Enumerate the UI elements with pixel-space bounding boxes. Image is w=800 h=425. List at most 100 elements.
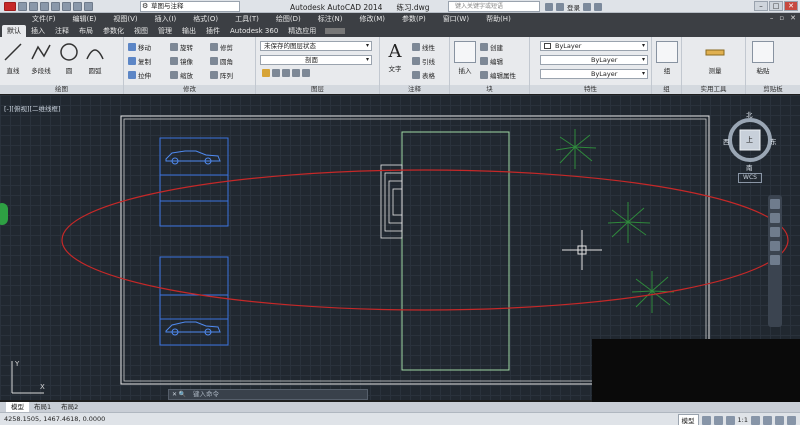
print-icon[interactable]: [62, 2, 71, 11]
viewcube-west[interactable]: 西: [723, 136, 730, 146]
viewcube[interactable]: 北 南 东 西 上: [723, 111, 777, 172]
block-panel-title[interactable]: 块: [450, 85, 529, 94]
lineweight-dropdown[interactable]: ByLayer: [540, 55, 648, 65]
clipboard-panel-title[interactable]: 剪贴板: [746, 85, 800, 94]
lock-icon[interactable]: [763, 415, 772, 425]
stretch-tool[interactable]: 拉伸: [128, 70, 151, 80]
viewcube-south[interactable]: 南: [746, 162, 753, 172]
user-icon[interactable]: [556, 3, 564, 11]
create-block-tool[interactable]: 创建: [480, 42, 503, 52]
doc-minimize-button[interactable]: –: [770, 14, 774, 22]
exchange-icon[interactable]: [583, 3, 591, 11]
tab-output[interactable]: 输出: [177, 25, 201, 37]
open-file-icon[interactable]: [29, 2, 38, 11]
search-input[interactable]: 键入关键字或短语: [448, 1, 540, 12]
groups-panel-title[interactable]: 组: [652, 85, 681, 94]
layer-properties-icon[interactable]: [262, 69, 270, 77]
menu-view[interactable]: 视图(V): [109, 13, 141, 25]
menu-tools[interactable]: 工具(T): [231, 13, 263, 25]
circle-tool[interactable]: 圆: [58, 41, 80, 75]
pan-icon[interactable]: [770, 213, 780, 223]
annotation-panel-title[interactable]: 注释: [380, 85, 449, 94]
layer-dropdown[interactable]: 剖面: [260, 55, 372, 65]
menu-insert[interactable]: 插入(I): [151, 13, 181, 25]
linetype-dropdown[interactable]: ByLayer: [540, 69, 648, 79]
viewcube-top-face[interactable]: 上: [746, 135, 753, 145]
workspace-switch-icon[interactable]: [751, 415, 760, 425]
tab-parametric[interactable]: 参数化: [98, 25, 129, 37]
mirror-tool[interactable]: 镜像: [170, 56, 193, 66]
app-menu-icon[interactable]: [4, 2, 16, 11]
color-dropdown[interactable]: ByLayer: [540, 41, 648, 51]
orbit-icon[interactable]: [770, 241, 780, 251]
fillet-tool[interactable]: 圆角: [210, 56, 233, 66]
annotation-scale[interactable]: 1:1: [738, 416, 748, 424]
move-tool[interactable]: 移动: [128, 42, 151, 52]
quick-view-layouts-icon[interactable]: [701, 415, 711, 425]
new-file-icon[interactable]: [18, 2, 27, 11]
group-tool[interactable]: 组: [656, 41, 678, 75]
copy-tool[interactable]: 复制: [128, 56, 151, 66]
layer-freeze-icon[interactable]: [292, 69, 300, 77]
array-tool[interactable]: 阵列: [210, 70, 233, 80]
menu-file[interactable]: 文件(F): [28, 13, 60, 25]
tab-layout1[interactable]: 布局1: [29, 402, 56, 412]
layer-off-icon[interactable]: [272, 69, 280, 77]
viewcube-east[interactable]: 东: [770, 136, 777, 146]
isolate-objects-icon[interactable]: [775, 415, 784, 425]
close-button[interactable]: ✕: [784, 1, 798, 11]
tab-layout2[interactable]: 布局2: [56, 402, 83, 412]
insert-block-tool[interactable]: 插入: [452, 41, 478, 75]
showmotion-icon[interactable]: [770, 255, 780, 265]
menu-parametric[interactable]: 参数(P): [398, 13, 430, 25]
menu-dimension[interactable]: 标注(N): [314, 13, 347, 25]
command-line-input[interactable]: 键入命令: [168, 389, 368, 400]
tab-autodesk-360[interactable]: Autodesk 360: [225, 25, 283, 37]
menu-help[interactable]: 帮助(H): [482, 13, 515, 25]
quick-view-drawings-icon[interactable]: [713, 415, 723, 425]
rotate-tool[interactable]: 旋转: [170, 42, 193, 52]
table-tool[interactable]: 表格: [412, 70, 435, 80]
edit-block-tool[interactable]: 编辑: [480, 56, 503, 66]
model-space-toggle[interactable]: 模型: [677, 414, 699, 425]
menu-edit[interactable]: 编辑(E): [69, 13, 101, 25]
linear-dimension-tool[interactable]: 线性: [412, 42, 435, 52]
tab-featured-apps[interactable]: 精选应用: [283, 25, 321, 37]
line-tool[interactable]: 直线: [2, 41, 24, 75]
tab-plugins[interactable]: 插件: [201, 25, 225, 37]
modify-panel-title[interactable]: 修改: [124, 85, 255, 94]
redo-icon[interactable]: [84, 2, 93, 11]
measure-tool[interactable]: 测量: [702, 41, 728, 75]
arc-tool[interactable]: 圆弧: [84, 41, 106, 75]
layers-panel-title[interactable]: 图层: [256, 85, 379, 94]
layer-state-dropdown[interactable]: 未保存的图层状态: [260, 41, 372, 51]
coordinate-readout[interactable]: 4258.1505, 1467.4618, 0.0000: [4, 415, 105, 423]
drawing-viewport[interactable]: [-][俯视][二维线框] 北 南 东 西 上 WCS X Y: [0, 95, 800, 414]
tab-annotate[interactable]: 注释: [50, 25, 74, 37]
tab-model[interactable]: 模型: [6, 402, 29, 412]
menu-modify[interactable]: 修改(M): [355, 13, 389, 25]
doc-restore-button[interactable]: ▫: [779, 14, 784, 22]
menu-draw[interactable]: 绘图(D): [272, 13, 305, 25]
steering-wheel-icon[interactable]: [770, 199, 780, 209]
draw-panel-title[interactable]: 绘图: [0, 85, 123, 94]
tab-view[interactable]: 视图: [129, 25, 153, 37]
save-as-icon[interactable]: [51, 2, 60, 11]
side-panel-handle[interactable]: [0, 203, 8, 225]
workspace-dropdown[interactable]: 草图与注释: [140, 1, 240, 12]
properties-panel-title[interactable]: 特性: [530, 85, 651, 94]
doc-close-button[interactable]: ✕: [790, 14, 796, 22]
tab-home[interactable]: 默认: [2, 25, 26, 37]
tab-insert[interactable]: 插入: [26, 25, 50, 37]
layer-lock-icon[interactable]: [302, 69, 310, 77]
scale-tool[interactable]: 缩放: [170, 70, 193, 80]
sign-in-link[interactable]: 登录: [567, 2, 580, 12]
utilities-panel-title[interactable]: 实用工具: [682, 85, 745, 94]
undo-icon[interactable]: [73, 2, 82, 11]
save-icon[interactable]: [40, 2, 49, 11]
edit-attribute-tool[interactable]: 编辑属性: [480, 70, 516, 80]
polyline-tool[interactable]: 多段线: [28, 41, 54, 75]
leader-tool[interactable]: 引线: [412, 56, 435, 66]
maximize-button[interactable]: □: [769, 1, 783, 11]
tab-layout[interactable]: 布局: [74, 25, 98, 37]
